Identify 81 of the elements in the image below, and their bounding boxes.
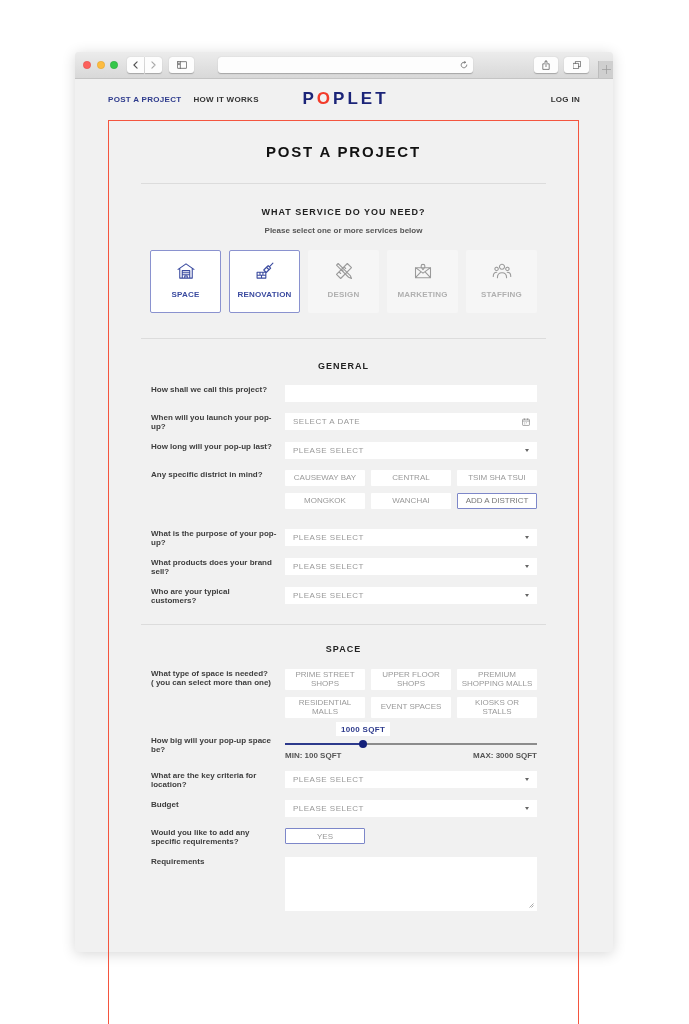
- select-field[interactable]: PLEASE SELECT: [285, 587, 537, 604]
- section-hint: Please select one or more services below: [263, 226, 424, 236]
- people-icon: [491, 261, 512, 281]
- forward-button[interactable]: [145, 57, 162, 73]
- service-card[interactable]: MARKETING: [387, 250, 458, 313]
- caret-down-icon: [525, 594, 529, 597]
- calendar-icon[interactable]: [522, 417, 530, 426]
- option-chip[interactable]: TSIM SHA TSUI: [457, 470, 537, 486]
- warehouse-icon: [175, 261, 196, 281]
- service-card[interactable]: DESIGN: [308, 250, 379, 313]
- share-button[interactable]: [534, 57, 558, 73]
- option-chip[interactable]: PRIME STREET SHOPS: [285, 669, 365, 690]
- section-heading: GENERAL: [317, 360, 370, 372]
- option-chip[interactable]: WANCHAI: [371, 493, 451, 509]
- share-icon: [542, 60, 550, 70]
- paintbrush-icon: [254, 261, 275, 281]
- caret-down-icon: [525, 565, 529, 568]
- section-heading: SPACE: [324, 643, 363, 655]
- option-chip[interactable]: EVENT SPACES: [371, 697, 451, 718]
- login-link[interactable]: LOG IN: [550, 94, 580, 104]
- field-note: ( you can select more than one): [151, 678, 272, 687]
- select-field[interactable]: PLEASE SELECT: [285, 442, 537, 459]
- sidebar-icon: [176, 61, 187, 69]
- select-field[interactable]: PLEASE SELECT: [285, 558, 537, 575]
- yes-button[interactable]: YES: [285, 828, 365, 844]
- field-label: What are the key criteria for location?: [151, 771, 258, 789]
- slider-value-tooltip: 1000 SQFT: [336, 722, 391, 736]
- option-chip[interactable]: RESIDENTIAL MALLS: [285, 697, 365, 718]
- option-chip[interactable]: MONGKOK: [285, 493, 365, 509]
- field-label: How big will your pop-up space be?: [151, 736, 272, 754]
- caret-down-icon: [525, 449, 529, 452]
- service-card[interactable]: SPACE: [150, 250, 221, 313]
- chevron-left-icon: [133, 61, 138, 69]
- tabs-icon: [572, 61, 581, 69]
- field-label: What products does your brand sell?: [151, 558, 273, 576]
- caret-down-icon: [525, 778, 529, 781]
- field-label: How shall we call this project?: [151, 385, 268, 394]
- caret-down-icon: [525, 536, 529, 539]
- option-chip[interactable]: CENTRAL: [371, 470, 451, 486]
- slider-min-label: MIN: 100 SQFT: [285, 751, 342, 760]
- field-label: What is the purpose of your pop-up?: [151, 529, 277, 547]
- maximize-window-icon[interactable]: [110, 61, 118, 69]
- field-label: Budget: [151, 800, 179, 809]
- select-field[interactable]: PLEASE SELECT: [285, 800, 537, 817]
- field-label: How long will your pop-up last?: [151, 442, 272, 451]
- slider-thumb[interactable]: [359, 740, 368, 748]
- select-field[interactable]: PLEASE SELECT: [285, 529, 537, 546]
- option-chip[interactable]: UPPER FLOOR SHOPS: [371, 669, 451, 690]
- date-field[interactable]: SELECT A DATE: [285, 413, 537, 430]
- option-chip[interactable]: KIOSKS OR STALLS: [457, 697, 537, 718]
- field-label: Who are your typical customers?: [151, 587, 231, 605]
- reload-icon[interactable]: [460, 61, 468, 69]
- field-label: Requirements: [151, 857, 205, 866]
- resize-grip-icon[interactable]: [529, 903, 534, 908]
- field-label: When will you launch your pop-up?: [151, 413, 273, 431]
- section-heading: WHAT SERVICE DO YOU NEED?: [260, 206, 427, 218]
- field-label: Would you like to add any specific requirements?: [151, 828, 251, 846]
- field-label: What type of space is needed?: [151, 669, 268, 678]
- caret-down-icon: [525, 807, 529, 810]
- service-card[interactable]: STAFFING: [466, 250, 537, 313]
- option-chip[interactable]: CAUSEWAY BAY: [285, 470, 365, 486]
- new-tab-button[interactable]: [598, 61, 613, 78]
- sidebar-button[interactable]: [169, 57, 194, 73]
- minimize-window-icon[interactable]: [96, 61, 105, 69]
- chevron-right-icon: [151, 61, 156, 69]
- envelope-icon: [412, 261, 433, 281]
- pencil-ruler-icon: [333, 261, 354, 281]
- option-chip[interactable]: PREMIUM SHOPPING MALLS: [457, 669, 537, 690]
- tabs-button[interactable]: [564, 57, 589, 73]
- plus-icon: [601, 65, 611, 74]
- close-window-icon[interactable]: [83, 61, 91, 69]
- slider-max-label: MAX: 3000 SQFT: [473, 751, 537, 760]
- field-label: Any specific district in mind?: [151, 470, 263, 479]
- nav-link[interactable]: HOW IT WORKS: [193, 94, 259, 104]
- add-district-button[interactable]: ADD A DISTRICT: [457, 493, 537, 509]
- select-field[interactable]: PLEASE SELECT: [285, 771, 537, 788]
- nav-link[interactable]: POST A PROJECT: [108, 94, 182, 104]
- page-title: POST A PROJECT: [265, 142, 422, 162]
- back-button[interactable]: [127, 57, 144, 73]
- service-card[interactable]: RENOVATION: [229, 250, 300, 313]
- logo[interactable]: POPLET: [299, 90, 389, 108]
